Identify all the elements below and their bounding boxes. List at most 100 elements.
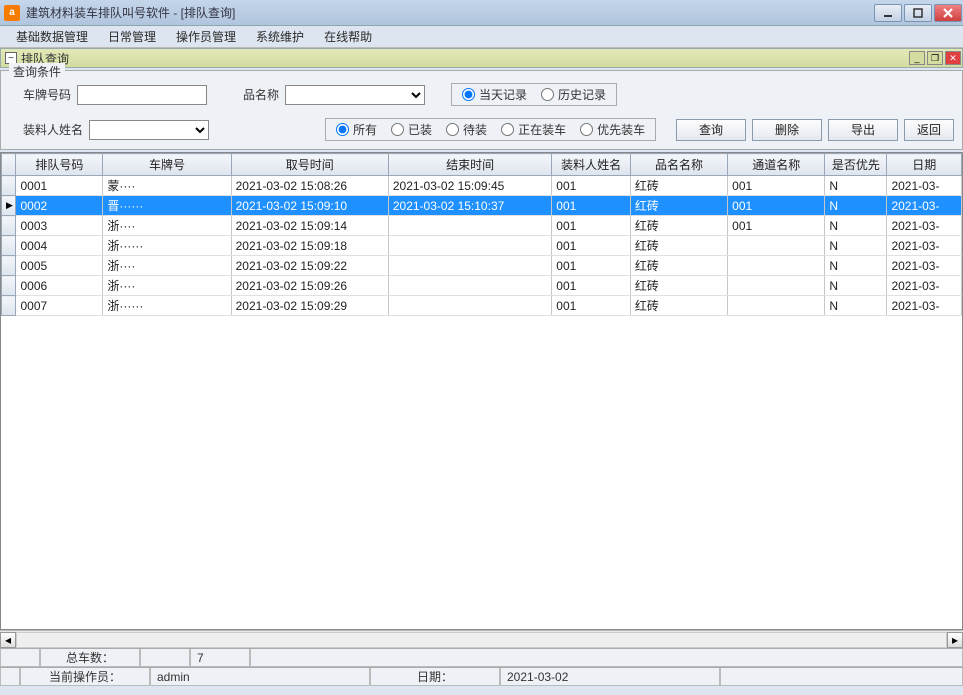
cell[interactable] [728,256,825,276]
cell[interactable]: 001 [552,256,631,276]
cell[interactable]: 蒙···· [103,176,231,196]
cell[interactable]: 0001 [16,176,103,196]
column-header[interactable]: 日期 [887,154,962,176]
cell[interactable]: 0006 [16,276,103,296]
cell[interactable]: 2021-03-02 15:09:26 [231,276,388,296]
cell[interactable]: 红砖 [630,196,727,216]
cell[interactable]: 红砖 [630,256,727,276]
column-header[interactable]: 车牌号 [103,154,231,176]
cell[interactable]: 001 [552,296,631,316]
cell[interactable]: 2021-03- [887,176,962,196]
cell[interactable]: 001 [552,276,631,296]
cell[interactable]: 红砖 [630,216,727,236]
column-header[interactable]: 品名名称 [630,154,727,176]
table-row[interactable]: 0003浙····2021-03-02 15:09:14001红砖001N202… [2,216,962,236]
subwindow-minimize-button[interactable]: _ [909,51,925,65]
column-header[interactable]: 排队号码 [16,154,103,176]
cell[interactable] [728,236,825,256]
data-grid[interactable]: 排队号码车牌号取号时间结束时间装料人姓名品名名称通道名称是否优先日期 0001蒙… [1,153,962,316]
cell[interactable]: 红砖 [630,296,727,316]
status-all-radio[interactable]: 所有 [336,121,377,138]
status-priority-radio[interactable]: 优先装车 [580,121,645,138]
cell[interactable]: 2021-03-02 15:08:26 [231,176,388,196]
cell[interactable] [388,276,551,296]
table-row[interactable]: 0006浙····2021-03-02 15:09:26 001红砖 N2021-0… [2,276,962,296]
cell[interactable] [388,256,551,276]
record-today-radio[interactable]: 当天记录 [462,86,527,103]
cell[interactable]: 浙···· [103,216,231,236]
cell[interactable]: 001 [552,216,631,236]
cell[interactable]: 2021-03-02 15:09:14 [231,216,388,236]
cell[interactable]: 001 [728,196,825,216]
cell[interactable]: 晋······ [103,196,231,216]
cell[interactable]: N [825,276,887,296]
cell[interactable]: 红砖 [630,276,727,296]
subwindow-close-button[interactable]: ✕ [945,51,961,65]
cell[interactable]: N [825,296,887,316]
table-row[interactable]: 0004浙······2021-03-02 15:09:18 001红砖 N2021… [2,236,962,256]
column-header[interactable]: 通道名称 [728,154,825,176]
cell[interactable]: 2021-03- [887,276,962,296]
table-row[interactable]: 0001蒙····2021-03-02 15:08:262021-03-02 1… [2,176,962,196]
status-loaded-radio[interactable]: 已装 [391,121,432,138]
cell[interactable]: 001 [728,176,825,196]
window-close-button[interactable] [934,4,962,22]
cell[interactable]: N [825,236,887,256]
menu-item-1[interactable]: 日常管理 [98,26,166,47]
cell[interactable]: 0007 [16,296,103,316]
scroll-track[interactable] [16,632,947,648]
menu-item-2[interactable]: 操作员管理 [166,26,246,47]
cell[interactable]: 001 [552,176,631,196]
column-header[interactable]: 结束时间 [388,154,551,176]
cell[interactable]: 001 [552,236,631,256]
cell[interactable]: N [825,196,887,216]
cell[interactable]: N [825,216,887,236]
cell[interactable]: 2021-03-02 15:10:37 [388,196,551,216]
cell[interactable]: 浙······ [103,236,231,256]
cell[interactable]: 2021-03- [887,236,962,256]
delete-button[interactable]: 删除 [752,119,822,141]
cell[interactable]: 0003 [16,216,103,236]
cell[interactable] [728,296,825,316]
back-button[interactable]: 返回 [904,119,954,141]
column-header[interactable]: 装料人姓名 [552,154,631,176]
query-button[interactable]: 查询 [676,119,746,141]
product-select[interactable] [285,85,425,105]
plate-input[interactable] [77,85,207,105]
subwindow-restore-button[interactable]: ❐ [927,51,943,65]
cell[interactable] [388,236,551,256]
cell[interactable]: 浙······ [103,296,231,316]
cell[interactable]: 001 [552,196,631,216]
horizontal-scrollbar[interactable]: ◂ ▸ [0,630,963,648]
cell[interactable]: 红砖 [630,236,727,256]
record-history-radio[interactable]: 历史记录 [541,86,606,103]
cell[interactable] [728,276,825,296]
window-maximize-button[interactable] [904,4,932,22]
cell[interactable]: 2021-03- [887,216,962,236]
loader-select[interactable] [89,120,209,140]
cell[interactable]: 0002 [16,196,103,216]
cell[interactable]: 红砖 [630,176,727,196]
window-minimize-button[interactable] [874,4,902,22]
cell[interactable]: 2021-03-02 15:09:45 [388,176,551,196]
cell[interactable]: 2021-03- [887,256,962,276]
table-row[interactable]: ▶0002晋······2021-03-02 15:09:102021-03-0… [2,196,962,216]
cell[interactable]: 001 [728,216,825,236]
cell[interactable]: 2021-03-02 15:09:18 [231,236,388,256]
cell[interactable]: 浙···· [103,256,231,276]
cell[interactable] [388,296,551,316]
cell[interactable]: 2021-03-02 15:09:10 [231,196,388,216]
status-loading-radio[interactable]: 正在装车 [501,121,566,138]
cell[interactable]: 2021-03-02 15:09:29 [231,296,388,316]
menu-item-3[interactable]: 系统维护 [246,26,314,47]
cell[interactable]: 浙···· [103,276,231,296]
cell[interactable]: 2021-03- [887,196,962,216]
cell[interactable]: 2021-03-02 15:09:22 [231,256,388,276]
menu-item-0[interactable]: 基础数据管理 [6,26,98,47]
cell[interactable]: 2021-03- [887,296,962,316]
table-row[interactable]: 0005浙····2021-03-02 15:09:22001红砖N2021-0… [2,256,962,276]
export-button[interactable]: 导出 [828,119,898,141]
cell[interactable]: 0004 [16,236,103,256]
column-header[interactable]: 取号时间 [231,154,388,176]
menu-item-4[interactable]: 在线帮助 [314,26,382,47]
